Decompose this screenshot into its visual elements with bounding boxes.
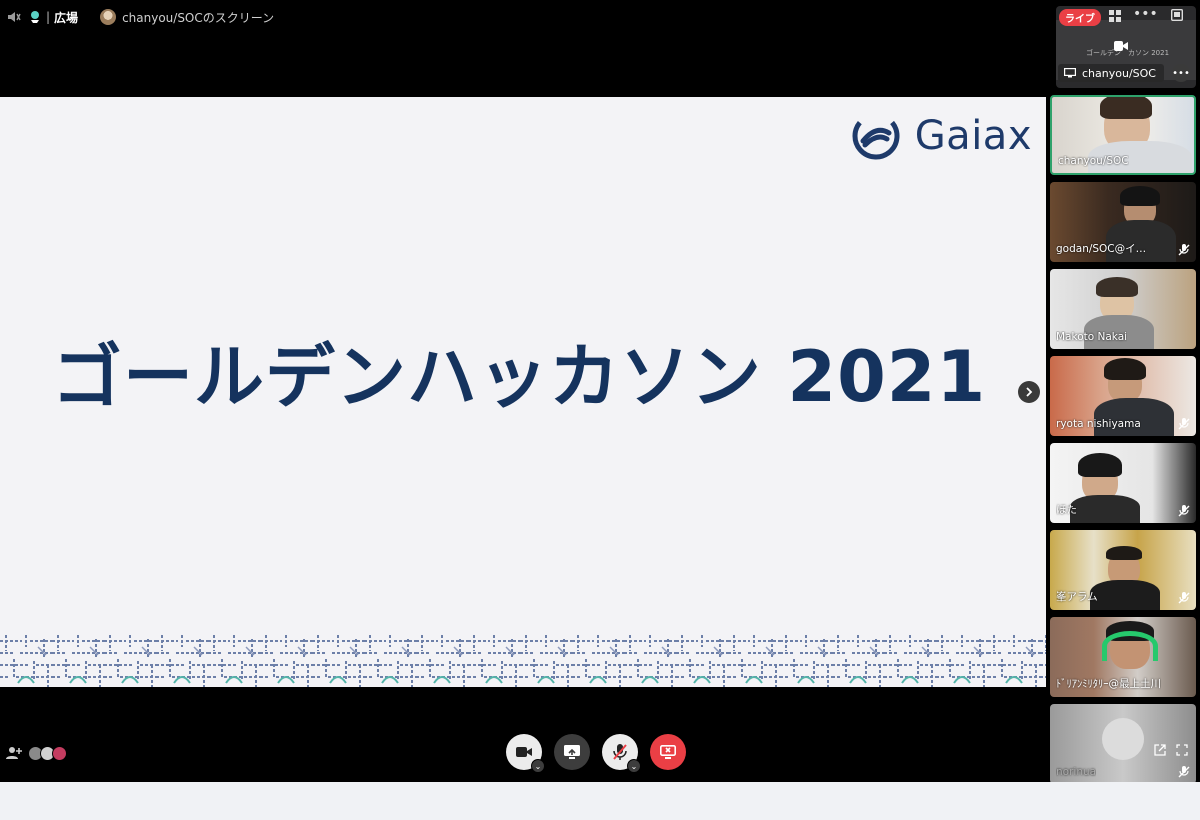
mic-muted-icon [613, 744, 627, 760]
mic-muted-icon [1178, 592, 1190, 604]
camera-icon [1114, 41, 1128, 51]
participant-hair [1104, 358, 1146, 380]
participant-hair [1096, 277, 1138, 297]
call-controls-bar: ⌄ ⌄ [0, 718, 1046, 782]
preview-label-text: chanyou/SOC [1082, 66, 1156, 80]
mute-button[interactable]: ⌄ [602, 734, 641, 773]
chevron-down-icon[interactable]: ⌄ [531, 759, 545, 773]
fullscreen-icon[interactable] [1176, 744, 1188, 756]
chevron-down-icon[interactable]: ⌄ [627, 759, 641, 773]
mic-muted-icon [1178, 244, 1190, 256]
participant-tile[interactable]: 峯アラム [1050, 530, 1196, 610]
gaiax-mark-icon [852, 112, 900, 160]
participant-name: godan/SOC@イ… [1056, 243, 1147, 255]
participant-name: 峯アラム [1056, 591, 1098, 603]
participant-avatar [1102, 718, 1144, 760]
participant-hair [1100, 97, 1152, 119]
decorative-pattern [0, 635, 1046, 687]
stage-channel-icon [31, 11, 39, 23]
next-slide-button[interactable] [1018, 381, 1040, 403]
mic-muted-icon [1178, 766, 1190, 778]
stop-screen-share-icon [660, 745, 676, 759]
viewer-avatar [52, 746, 67, 761]
participants-sidebar: ゴールデン カソン 2021 ライブ ••• chanyou/SOC ••• c… [1046, 0, 1200, 784]
popout-icon[interactable] [1171, 9, 1183, 21]
popout-icon[interactable] [1154, 744, 1166, 756]
participant-hair [1078, 453, 1122, 477]
screen-icon [1064, 68, 1076, 78]
participant-hair [1120, 186, 1160, 206]
participant-tile[interactable]: Makoto Nakai [1050, 269, 1196, 349]
participant-tile[interactable]: ほた [1050, 443, 1196, 523]
invite-user-icon[interactable] [6, 746, 22, 760]
header-divider: | [46, 10, 51, 24]
camera-button[interactable]: ⌄ [506, 734, 545, 773]
stop-share-button[interactable] [650, 734, 686, 770]
participant-tile[interactable]: norinua [1050, 704, 1196, 784]
mic-muted-icon [1178, 505, 1190, 517]
bottom-strip [0, 782, 1200, 820]
participant-name: ﾄﾞﾘｱﾝﾐﾘﾀﾘｰ@最上土川 [1056, 678, 1161, 690]
live-badge: ライブ [1059, 9, 1101, 26]
gaiax-logo: Gaiax [851, 111, 1032, 161]
media-controls: ⌄ ⌄ [506, 734, 686, 773]
participant-tile[interactable]: ﾄﾞﾘｱﾝﾐﾘﾀﾘｰ@最上土川 [1050, 617, 1196, 697]
participant-tile[interactable]: godan/SOC@イ… [1050, 182, 1196, 262]
volume-icon[interactable] [6, 9, 22, 25]
participant-tile[interactable]: ryota nishiyama [1050, 356, 1196, 436]
participant-name: chanyou/SOC [1058, 155, 1129, 167]
screen-share-button[interactable] [554, 734, 590, 770]
channel-name: 広場 [54, 10, 79, 25]
participant-name: ryota nishiyama [1056, 418, 1141, 430]
grid-layout-icon[interactable] [1109, 10, 1121, 22]
participant-name: norinua [1056, 766, 1097, 778]
participant-name: ほた [1056, 504, 1077, 516]
participant-body [1070, 495, 1140, 523]
shared-screen[interactable]: Gaiax ゴールデンハッカソン 2021 [0, 97, 1046, 687]
participant-tile[interactable]: chanyou/SOC [1050, 95, 1196, 175]
participant-body [1094, 398, 1174, 436]
chevron-right-icon [1026, 387, 1033, 397]
voice-channel-header: | 広場 chanyou/SOCのスクリーン [0, 0, 1046, 34]
camera-icon [516, 747, 532, 757]
mic-muted-icon [1178, 418, 1190, 430]
preview-label: chanyou/SOC [1058, 64, 1164, 82]
stream-title: chanyou/SOCのスクリーン [122, 10, 275, 25]
screen-share-icon [564, 745, 580, 759]
logo-wordmark: Gaiax [914, 113, 1032, 159]
streamer-avatar [100, 9, 117, 25]
participant-name: Makoto Nakai [1056, 331, 1128, 343]
slide-title: ゴールデンハッカソン 2021 [52, 336, 987, 418]
preview-more-icon[interactable]: ••• [1172, 64, 1190, 82]
participant-body [1090, 580, 1160, 610]
participant-headset [1102, 631, 1158, 661]
viewer-avatars[interactable] [28, 746, 67, 761]
more-options-icon[interactable]: ••• [1133, 6, 1158, 22]
participant-hair [1106, 546, 1142, 560]
